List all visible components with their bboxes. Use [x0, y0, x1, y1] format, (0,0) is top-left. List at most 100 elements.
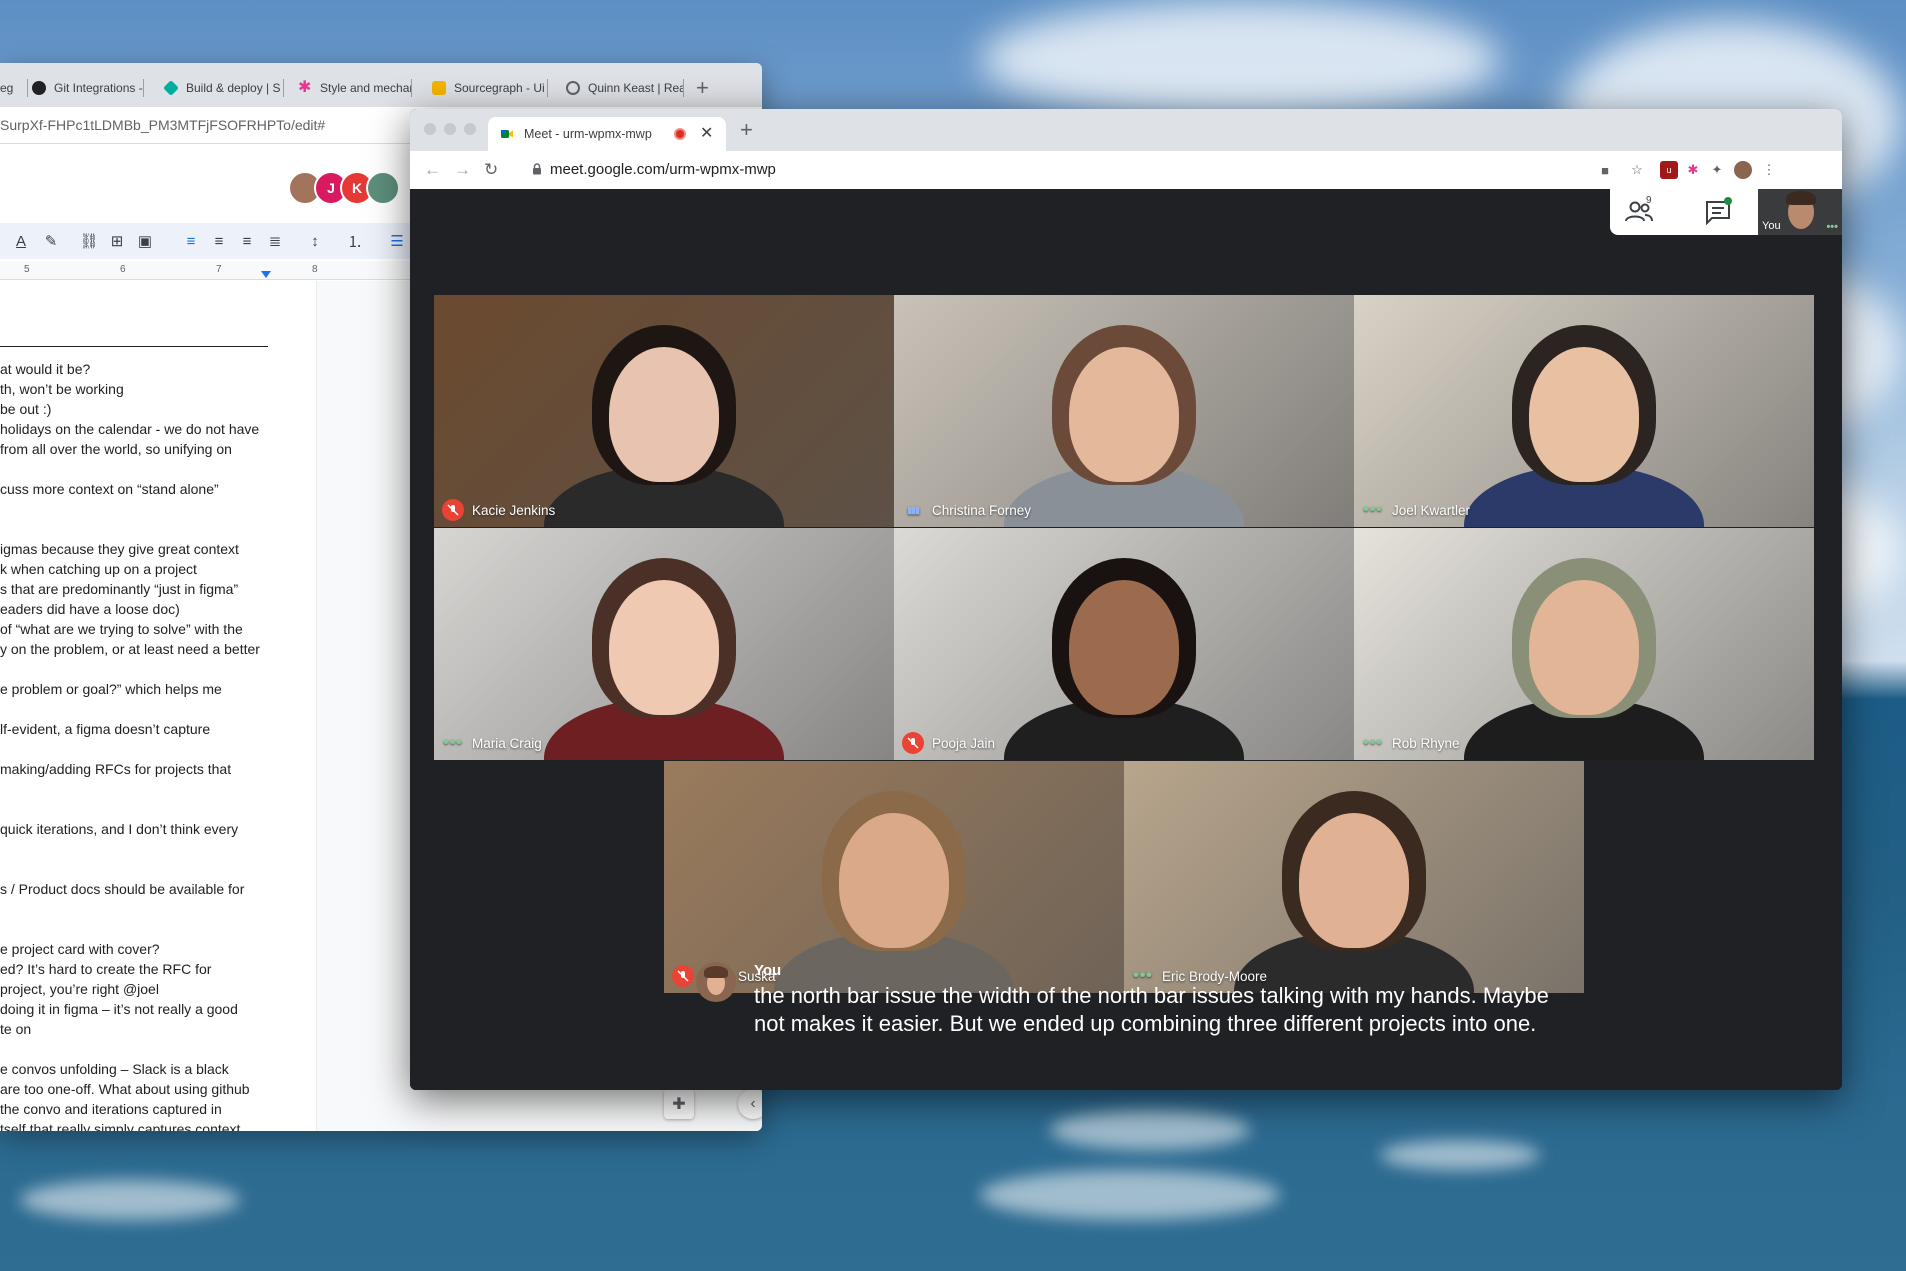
browser-tab[interactable]: Sourcegraph - Ui [432, 73, 548, 103]
doc-text-line: lf-evident, a figma doesn’t capture [0, 721, 211, 737]
wave-foam [1050, 1110, 1250, 1150]
active-indicator-icon: ••• [1363, 501, 1383, 518]
collapse-panel-button[interactable]: ‹ [738, 1089, 762, 1119]
participant-name: Maria Craig [472, 735, 542, 751]
forward-icon[interactable]: → [454, 160, 471, 180]
close-window-icon[interactable] [424, 123, 436, 135]
reload-icon[interactable]: ↻ [484, 160, 498, 180]
recording-icon [674, 128, 686, 140]
ruler-number: 7 [216, 264, 222, 275]
image-icon[interactable]: ▣ [134, 230, 156, 252]
wave-foam [1380, 1140, 1540, 1170]
active-indicator-icon: ••• [1363, 734, 1383, 751]
new-tab-icon[interactable]: + [740, 117, 753, 143]
doc-text-line: e convos unfolding – Slack is a black [0, 1061, 229, 1077]
doc-text-line: are too one-off. What about using github [0, 1081, 250, 1097]
doc-text-line: s that are predominantly “just in figma” [0, 581, 239, 597]
highlight-icon[interactable]: ✎ [40, 230, 62, 252]
meet-icon [501, 130, 513, 138]
browser-tab[interactable]: eg [0, 73, 28, 103]
self-view-label: You [1762, 220, 1781, 232]
self-view-tile[interactable]: You ••• [1758, 189, 1842, 235]
browser-tab[interactable]: Quinn Keast | Rea [566, 73, 684, 103]
doc-text-line: cuss more context on “stand alone” [0, 481, 219, 497]
text-color-icon[interactable]: A [10, 230, 32, 252]
ublock-icon[interactable]: u [1660, 161, 1678, 179]
menu-icon[interactable]: ⋮ [1760, 161, 1778, 179]
doc-text-line: y on the problem, or at least need a bet… [0, 641, 260, 657]
docs-url-text: SurpXf-FHPc1tLDMBb_PM3MTFjFSOFRHPTo/edit… [0, 117, 326, 133]
lock-icon[interactable] [532, 163, 542, 175]
align-center-icon[interactable]: ≡ [208, 230, 230, 252]
meet-url-field[interactable]: meet.google.com/urm-wpmx-mwp [550, 161, 776, 178]
cloud [980, 0, 1500, 120]
participant-name: Christina Forney [932, 502, 1032, 518]
participant-tile[interactable]: Kacie Jenkins [434, 295, 894, 527]
netlify-icon [164, 80, 179, 96]
bulleted-list-icon[interactable]: ☰ [386, 230, 408, 252]
link-icon[interactable]: ⛓ [78, 230, 100, 252]
caption-speaker-avatar [696, 962, 736, 1002]
back-icon[interactable]: ← [424, 160, 441, 180]
participant-name: Pooja Jain [932, 735, 996, 751]
meet-top-controls: 9 [1610, 189, 1758, 235]
browser-tab[interactable]: Git Integrations - [32, 73, 144, 103]
doc-text-line: from all over the world, so unifying on [0, 441, 232, 457]
camera-icon[interactable]: ■ [1596, 161, 1614, 179]
indent-marker[interactable] [261, 271, 271, 278]
align-left-icon[interactable]: ≡ [180, 230, 202, 252]
participant-tile[interactable]: ••• Eric Brody-Moore [1124, 761, 1584, 993]
align-right-icon[interactable]: ≡ [236, 230, 258, 252]
close-tab-icon[interactable]: ✕ [700, 123, 713, 143]
participant-name: Joel Kwartler [1392, 502, 1471, 518]
meet-browser-tab[interactable]: Meet - urm-wpmx-mwp ✕ [488, 117, 726, 151]
ruler-number: 8 [312, 264, 318, 275]
participant-tile[interactable]: ▮▮▮ Christina Forney [894, 295, 1354, 527]
doc-text-line: eaders did have a loose doc) [0, 601, 180, 617]
minimize-window-icon[interactable] [444, 123, 456, 135]
doc-text-line: th, won’t be working [0, 381, 124, 397]
add-comment-icon[interactable]: ⊞ [106, 230, 128, 252]
chat-notification-dot [1724, 197, 1732, 205]
participant-tile[interactable]: ••• Rob Rhyne [1354, 528, 1814, 760]
numbered-list-icon[interactable]: ⒈ [344, 230, 366, 252]
docs-tab-strip: eg Git Integrations - Build & deploy | S… [0, 63, 762, 107]
participant-tile[interactable]: ••• Maria Craig [434, 528, 894, 760]
participant-tile[interactable]: Pooja Jain [894, 528, 1354, 760]
doc-text-line: tself that really simply captures contex… [0, 1121, 241, 1131]
maximize-window-icon[interactable] [464, 123, 476, 135]
docs-page[interactable]: at would it be? th, won’t be working be ou… [0, 281, 316, 1131]
asterisk-icon: ✱ [298, 79, 312, 96]
doc-text-line: k when catching up on a project [0, 561, 197, 577]
star-icon[interactable]: ☆ [1628, 161, 1646, 179]
doc-text-line: doing it in figma – it’s not really a go… [0, 1001, 238, 1017]
participant-label: Kacie Jenkins [442, 499, 555, 521]
wave-foam [20, 1180, 240, 1220]
new-tab-icon[interactable]: + [696, 75, 709, 101]
mic-off-icon [672, 965, 694, 987]
participant-name: Rob Rhyne [1392, 735, 1460, 751]
line-spacing-icon[interactable]: ↕ [304, 230, 326, 252]
add-comment-button[interactable]: ✚ [664, 1089, 694, 1119]
browser-tab[interactable]: ✱ Style and mechan [298, 73, 412, 103]
caption-text: the north bar issue the width of the nor… [754, 983, 1549, 1036]
more-options-icon[interactable]: ••• [1826, 221, 1838, 233]
extensions-icon[interactable]: ✦ [1708, 161, 1726, 179]
doc-text-line: project, you’re right @joel [0, 981, 159, 997]
doc-text-line: quick iterations, and I don’t think ever… [0, 821, 239, 837]
mic-off-icon [442, 499, 464, 521]
tab-label: Git Integrations - [54, 81, 143, 95]
ruler-number: 5 [24, 264, 30, 275]
browser-tab[interactable]: Build & deploy | S [164, 73, 284, 103]
profile-avatar[interactable] [1734, 161, 1752, 179]
doc-text-line: the convo and iterations captured in [0, 1101, 222, 1117]
horizontal-rule [0, 346, 268, 347]
asterisk-extension-icon[interactable]: ✱ [1684, 161, 1702, 179]
participant-tile[interactable]: Alicja Suska [664, 761, 1124, 993]
justify-icon[interactable]: ≣ [264, 230, 286, 252]
tab-label: Style and mechan [320, 81, 412, 95]
participant-label: ▮▮▮ Christina Forney [902, 499, 1031, 521]
participant-tile[interactable]: ••• Joel Kwartler [1354, 295, 1814, 527]
avatar[interactable] [366, 171, 400, 205]
participant-label: ••• Rob Rhyne [1362, 732, 1460, 754]
